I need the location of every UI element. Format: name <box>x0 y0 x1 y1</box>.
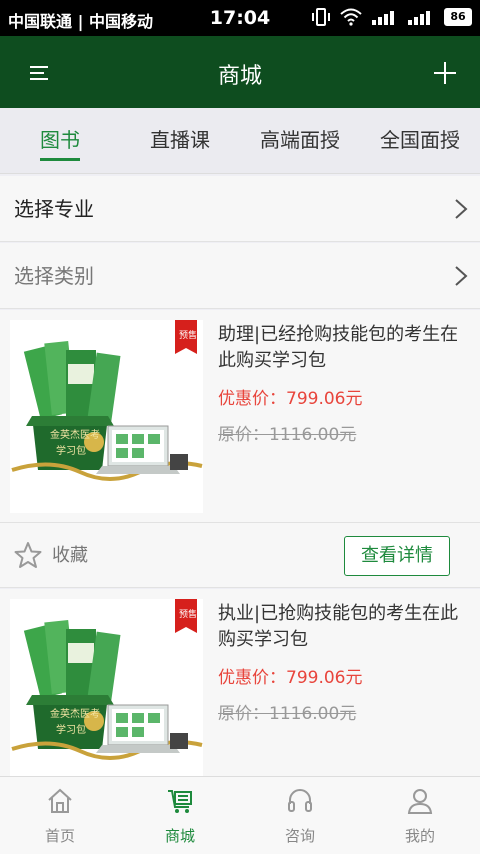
select-major-label: 选择专业 <box>14 197 94 221</box>
select-category-row[interactable]: 选择类别 <box>0 243 480 309</box>
product-original-price: 原价：1116.00元 <box>218 704 357 724</box>
box-text-line1: 金英杰医考 <box>50 707 100 720</box>
tab-live-courses[interactable]: 直播课 <box>120 108 240 174</box>
signal-icon-2 <box>408 11 430 25</box>
headset-icon <box>288 789 312 812</box>
product-original-price: 原价：1116.00元 <box>218 425 357 445</box>
user-icon <box>407 789 433 814</box>
product-card[interactable]: 金英杰医考 学习包 预售 执业|已抢购技能包的考生在此购买学习包 优惠价：799… <box>0 589 480 776</box>
product-price: 优惠价：799.06元 <box>218 668 363 688</box>
favorite-label[interactable]: 收藏 <box>52 523 88 589</box>
page-title: 商城 <box>217 64 262 89</box>
select-category-label: 选择类别 <box>14 264 94 288</box>
wifi-icon <box>340 8 362 26</box>
app-header: 商城 <box>0 36 480 108</box>
nav-label: 商城 <box>164 827 195 845</box>
box-text-line1: 金英杰医考 <box>50 428 100 441</box>
tab-books[interactable]: 图书 <box>0 108 120 174</box>
category-tabs: 图书 直播课 高端面授 全国面授 <box>0 108 480 174</box>
box-text-line2: 学习包 <box>56 723 86 736</box>
product-name[interactable]: 执业|已抢购技能包的考生在此购买学习包 <box>218 601 468 653</box>
nav-label: 首页 <box>44 827 75 845</box>
product-actions: 收藏 查看详情 <box>0 522 480 588</box>
box-text-line2: 学习包 <box>56 444 86 457</box>
product-card[interactable]: 金英杰医考 学习包 预售 助理|已经抢购技能包的考生在此购买学习包 优惠价：79… <box>0 310 480 522</box>
nav-profile[interactable]: 我的 <box>360 777 480 854</box>
view-details-button[interactable]: 查看详情 <box>344 536 450 576</box>
nav-home[interactable]: 首页 <box>0 777 120 854</box>
study-pack-illustration: 金英杰医考 学习包 预售 <box>11 320 203 481</box>
signal-icon-1 <box>372 11 394 25</box>
home-icon <box>48 788 72 813</box>
system-icons: 86 <box>312 7 472 27</box>
tab-national-classes[interactable]: 全国面授 <box>360 108 480 174</box>
study-pack-illustration: 金英杰医考 学习包 预售 <box>11 599 203 760</box>
svg-text:预售: 预售 <box>179 329 197 341</box>
product-image[interactable]: 金英杰医考 学习包 预售 <box>10 320 203 513</box>
nav-label: 咨询 <box>284 827 315 845</box>
nav-consult[interactable]: 咨询 <box>240 777 360 854</box>
select-major-row[interactable]: 选择专业 <box>0 176 480 242</box>
chevron-right-icon <box>455 199 468 219</box>
svg-text:预售: 预售 <box>179 608 197 620</box>
battery-indicator: 86 <box>444 8 472 26</box>
presale-badge: 预售 <box>175 599 197 633</box>
chevron-right-icon <box>455 266 468 286</box>
add-icon[interactable] <box>430 58 460 88</box>
shop-icon <box>168 790 192 813</box>
product-name[interactable]: 助理|已经抢购技能包的考生在此购买学习包 <box>218 322 468 374</box>
nav-shop[interactable]: 商城 <box>120 777 240 854</box>
product-image[interactable]: 金英杰医考 学习包 预售 <box>10 599 203 776</box>
status-bar: 中国联通 | 中国移动 17:04 86 <box>0 0 480 36</box>
bottom-navigation: 首页 商城 咨询 我的 <box>0 776 480 854</box>
nav-label: 我的 <box>404 827 435 845</box>
tab-premium-classes[interactable]: 高端面授 <box>240 108 360 174</box>
presale-badge: 预售 <box>175 320 197 354</box>
vibrate-icon <box>312 8 330 26</box>
product-price: 优惠价：799.06元 <box>218 389 363 409</box>
star-icon[interactable] <box>14 541 42 569</box>
